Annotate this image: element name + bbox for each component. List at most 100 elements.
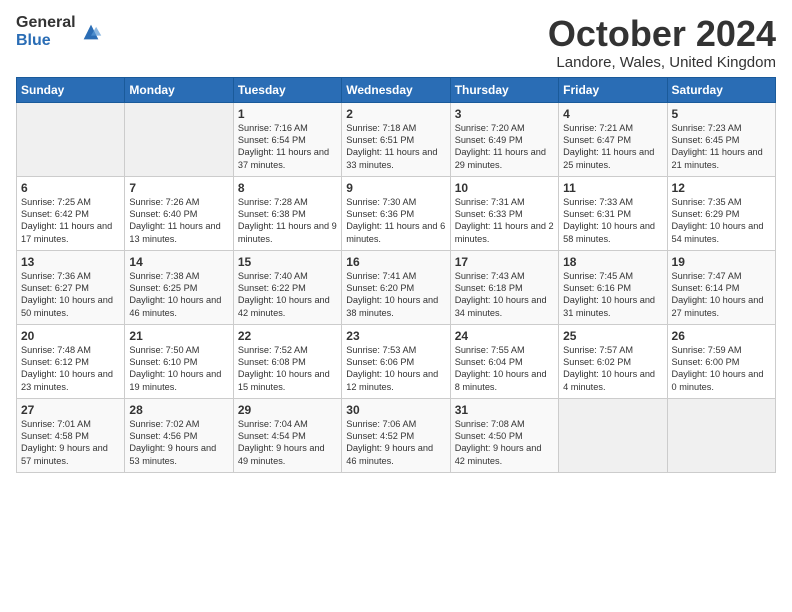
day-info: Sunrise: 7:38 AM Sunset: 6:25 PM Dayligh…: [129, 270, 228, 320]
day-number: 24: [455, 329, 554, 343]
day-cell: 16Sunrise: 7:41 AM Sunset: 6:20 PM Dayli…: [342, 250, 450, 324]
day-info: Sunrise: 7:25 AM Sunset: 6:42 PM Dayligh…: [21, 196, 120, 246]
day-number: 1: [238, 107, 337, 121]
day-cell: 15Sunrise: 7:40 AM Sunset: 6:22 PM Dayli…: [233, 250, 341, 324]
day-number: 7: [129, 181, 228, 195]
day-number: 28: [129, 403, 228, 417]
day-number: 29: [238, 403, 337, 417]
day-info: Sunrise: 7:28 AM Sunset: 6:38 PM Dayligh…: [238, 196, 337, 246]
day-number: 31: [455, 403, 554, 417]
day-number: 22: [238, 329, 337, 343]
title-block: October 2024 Landore, Wales, United King…: [548, 14, 776, 71]
day-number: 14: [129, 255, 228, 269]
day-number: 8: [238, 181, 337, 195]
day-info: Sunrise: 7:16 AM Sunset: 6:54 PM Dayligh…: [238, 122, 337, 172]
logo: General Blue: [16, 14, 102, 49]
day-number: 18: [563, 255, 662, 269]
day-info: Sunrise: 7:20 AM Sunset: 6:49 PM Dayligh…: [455, 122, 554, 172]
day-number: 2: [346, 107, 445, 121]
day-header-tuesday: Tuesday: [233, 77, 341, 102]
day-header-friday: Friday: [559, 77, 667, 102]
day-number: 10: [455, 181, 554, 195]
day-info: Sunrise: 7:35 AM Sunset: 6:29 PM Dayligh…: [672, 196, 771, 246]
day-cell: 25Sunrise: 7:57 AM Sunset: 6:02 PM Dayli…: [559, 324, 667, 398]
day-cell: 13Sunrise: 7:36 AM Sunset: 6:27 PM Dayli…: [17, 250, 125, 324]
day-number: 26: [672, 329, 771, 343]
day-cell: 11Sunrise: 7:33 AM Sunset: 6:31 PM Dayli…: [559, 176, 667, 250]
header-row: General Blue October 2024 Landore, Wales…: [16, 14, 776, 71]
day-number: 12: [672, 181, 771, 195]
day-cell: 29Sunrise: 7:04 AM Sunset: 4:54 PM Dayli…: [233, 398, 341, 472]
day-cell: 3Sunrise: 7:20 AM Sunset: 6:49 PM Daylig…: [450, 102, 558, 176]
day-number: 9: [346, 181, 445, 195]
day-info: Sunrise: 7:04 AM Sunset: 4:54 PM Dayligh…: [238, 418, 337, 468]
main-container: General Blue October 2024 Landore, Wales…: [0, 0, 792, 483]
day-number: 21: [129, 329, 228, 343]
day-info: Sunrise: 7:40 AM Sunset: 6:22 PM Dayligh…: [238, 270, 337, 320]
day-number: 11: [563, 181, 662, 195]
day-info: Sunrise: 7:55 AM Sunset: 6:04 PM Dayligh…: [455, 344, 554, 394]
day-number: 19: [672, 255, 771, 269]
day-info: Sunrise: 7:23 AM Sunset: 6:45 PM Dayligh…: [672, 122, 771, 172]
day-number: 27: [21, 403, 120, 417]
day-header-wednesday: Wednesday: [342, 77, 450, 102]
calendar-header-row: SundayMondayTuesdayWednesdayThursdayFrid…: [17, 77, 776, 102]
day-info: Sunrise: 7:43 AM Sunset: 6:18 PM Dayligh…: [455, 270, 554, 320]
day-number: 6: [21, 181, 120, 195]
day-cell: 30Sunrise: 7:06 AM Sunset: 4:52 PM Dayli…: [342, 398, 450, 472]
week-row-2: 6Sunrise: 7:25 AM Sunset: 6:42 PM Daylig…: [17, 176, 776, 250]
day-number: 30: [346, 403, 445, 417]
day-cell: 7Sunrise: 7:26 AM Sunset: 6:40 PM Daylig…: [125, 176, 233, 250]
day-number: 13: [21, 255, 120, 269]
day-info: Sunrise: 7:50 AM Sunset: 6:10 PM Dayligh…: [129, 344, 228, 394]
day-cell: 6Sunrise: 7:25 AM Sunset: 6:42 PM Daylig…: [17, 176, 125, 250]
day-cell: 22Sunrise: 7:52 AM Sunset: 6:08 PM Dayli…: [233, 324, 341, 398]
day-number: 3: [455, 107, 554, 121]
day-info: Sunrise: 7:48 AM Sunset: 6:12 PM Dayligh…: [21, 344, 120, 394]
day-info: Sunrise: 7:21 AM Sunset: 6:47 PM Dayligh…: [563, 122, 662, 172]
day-number: 15: [238, 255, 337, 269]
day-header-monday: Monday: [125, 77, 233, 102]
day-cell: 18Sunrise: 7:45 AM Sunset: 6:16 PM Dayli…: [559, 250, 667, 324]
day-number: 20: [21, 329, 120, 343]
day-info: Sunrise: 7:57 AM Sunset: 6:02 PM Dayligh…: [563, 344, 662, 394]
day-info: Sunrise: 7:08 AM Sunset: 4:50 PM Dayligh…: [455, 418, 554, 468]
day-cell: 5Sunrise: 7:23 AM Sunset: 6:45 PM Daylig…: [667, 102, 775, 176]
day-cell: 26Sunrise: 7:59 AM Sunset: 6:00 PM Dayli…: [667, 324, 775, 398]
day-cell: [667, 398, 775, 472]
day-cell: 28Sunrise: 7:02 AM Sunset: 4:56 PM Dayli…: [125, 398, 233, 472]
day-info: Sunrise: 7:02 AM Sunset: 4:56 PM Dayligh…: [129, 418, 228, 468]
day-cell: 20Sunrise: 7:48 AM Sunset: 6:12 PM Dayli…: [17, 324, 125, 398]
day-cell: 31Sunrise: 7:08 AM Sunset: 4:50 PM Dayli…: [450, 398, 558, 472]
week-row-4: 20Sunrise: 7:48 AM Sunset: 6:12 PM Dayli…: [17, 324, 776, 398]
day-info: Sunrise: 7:06 AM Sunset: 4:52 PM Dayligh…: [346, 418, 445, 468]
day-info: Sunrise: 7:33 AM Sunset: 6:31 PM Dayligh…: [563, 196, 662, 246]
month-title: October 2024: [548, 14, 776, 54]
day-header-thursday: Thursday: [450, 77, 558, 102]
day-info: Sunrise: 7:52 AM Sunset: 6:08 PM Dayligh…: [238, 344, 337, 394]
day-number: 23: [346, 329, 445, 343]
week-row-1: 1Sunrise: 7:16 AM Sunset: 6:54 PM Daylig…: [17, 102, 776, 176]
day-cell: 12Sunrise: 7:35 AM Sunset: 6:29 PM Dayli…: [667, 176, 775, 250]
day-number: 17: [455, 255, 554, 269]
day-cell: 4Sunrise: 7:21 AM Sunset: 6:47 PM Daylig…: [559, 102, 667, 176]
day-cell: 8Sunrise: 7:28 AM Sunset: 6:38 PM Daylig…: [233, 176, 341, 250]
week-row-3: 13Sunrise: 7:36 AM Sunset: 6:27 PM Dayli…: [17, 250, 776, 324]
day-cell: 27Sunrise: 7:01 AM Sunset: 4:58 PM Dayli…: [17, 398, 125, 472]
day-cell: [559, 398, 667, 472]
day-info: Sunrise: 7:45 AM Sunset: 6:16 PM Dayligh…: [563, 270, 662, 320]
day-cell: 23Sunrise: 7:53 AM Sunset: 6:06 PM Dayli…: [342, 324, 450, 398]
day-cell: 9Sunrise: 7:30 AM Sunset: 6:36 PM Daylig…: [342, 176, 450, 250]
logo-text: General Blue: [16, 14, 76, 49]
day-number: 25: [563, 329, 662, 343]
day-cell: 10Sunrise: 7:31 AM Sunset: 6:33 PM Dayli…: [450, 176, 558, 250]
day-cell: [17, 102, 125, 176]
logo-blue: Blue: [16, 32, 76, 50]
day-info: Sunrise: 7:47 AM Sunset: 6:14 PM Dayligh…: [672, 270, 771, 320]
day-info: Sunrise: 7:53 AM Sunset: 6:06 PM Dayligh…: [346, 344, 445, 394]
logo-general: General: [16, 14, 76, 32]
day-cell: 21Sunrise: 7:50 AM Sunset: 6:10 PM Dayli…: [125, 324, 233, 398]
day-number: 5: [672, 107, 771, 121]
day-info: Sunrise: 7:26 AM Sunset: 6:40 PM Dayligh…: [129, 196, 228, 246]
day-number: 4: [563, 107, 662, 121]
